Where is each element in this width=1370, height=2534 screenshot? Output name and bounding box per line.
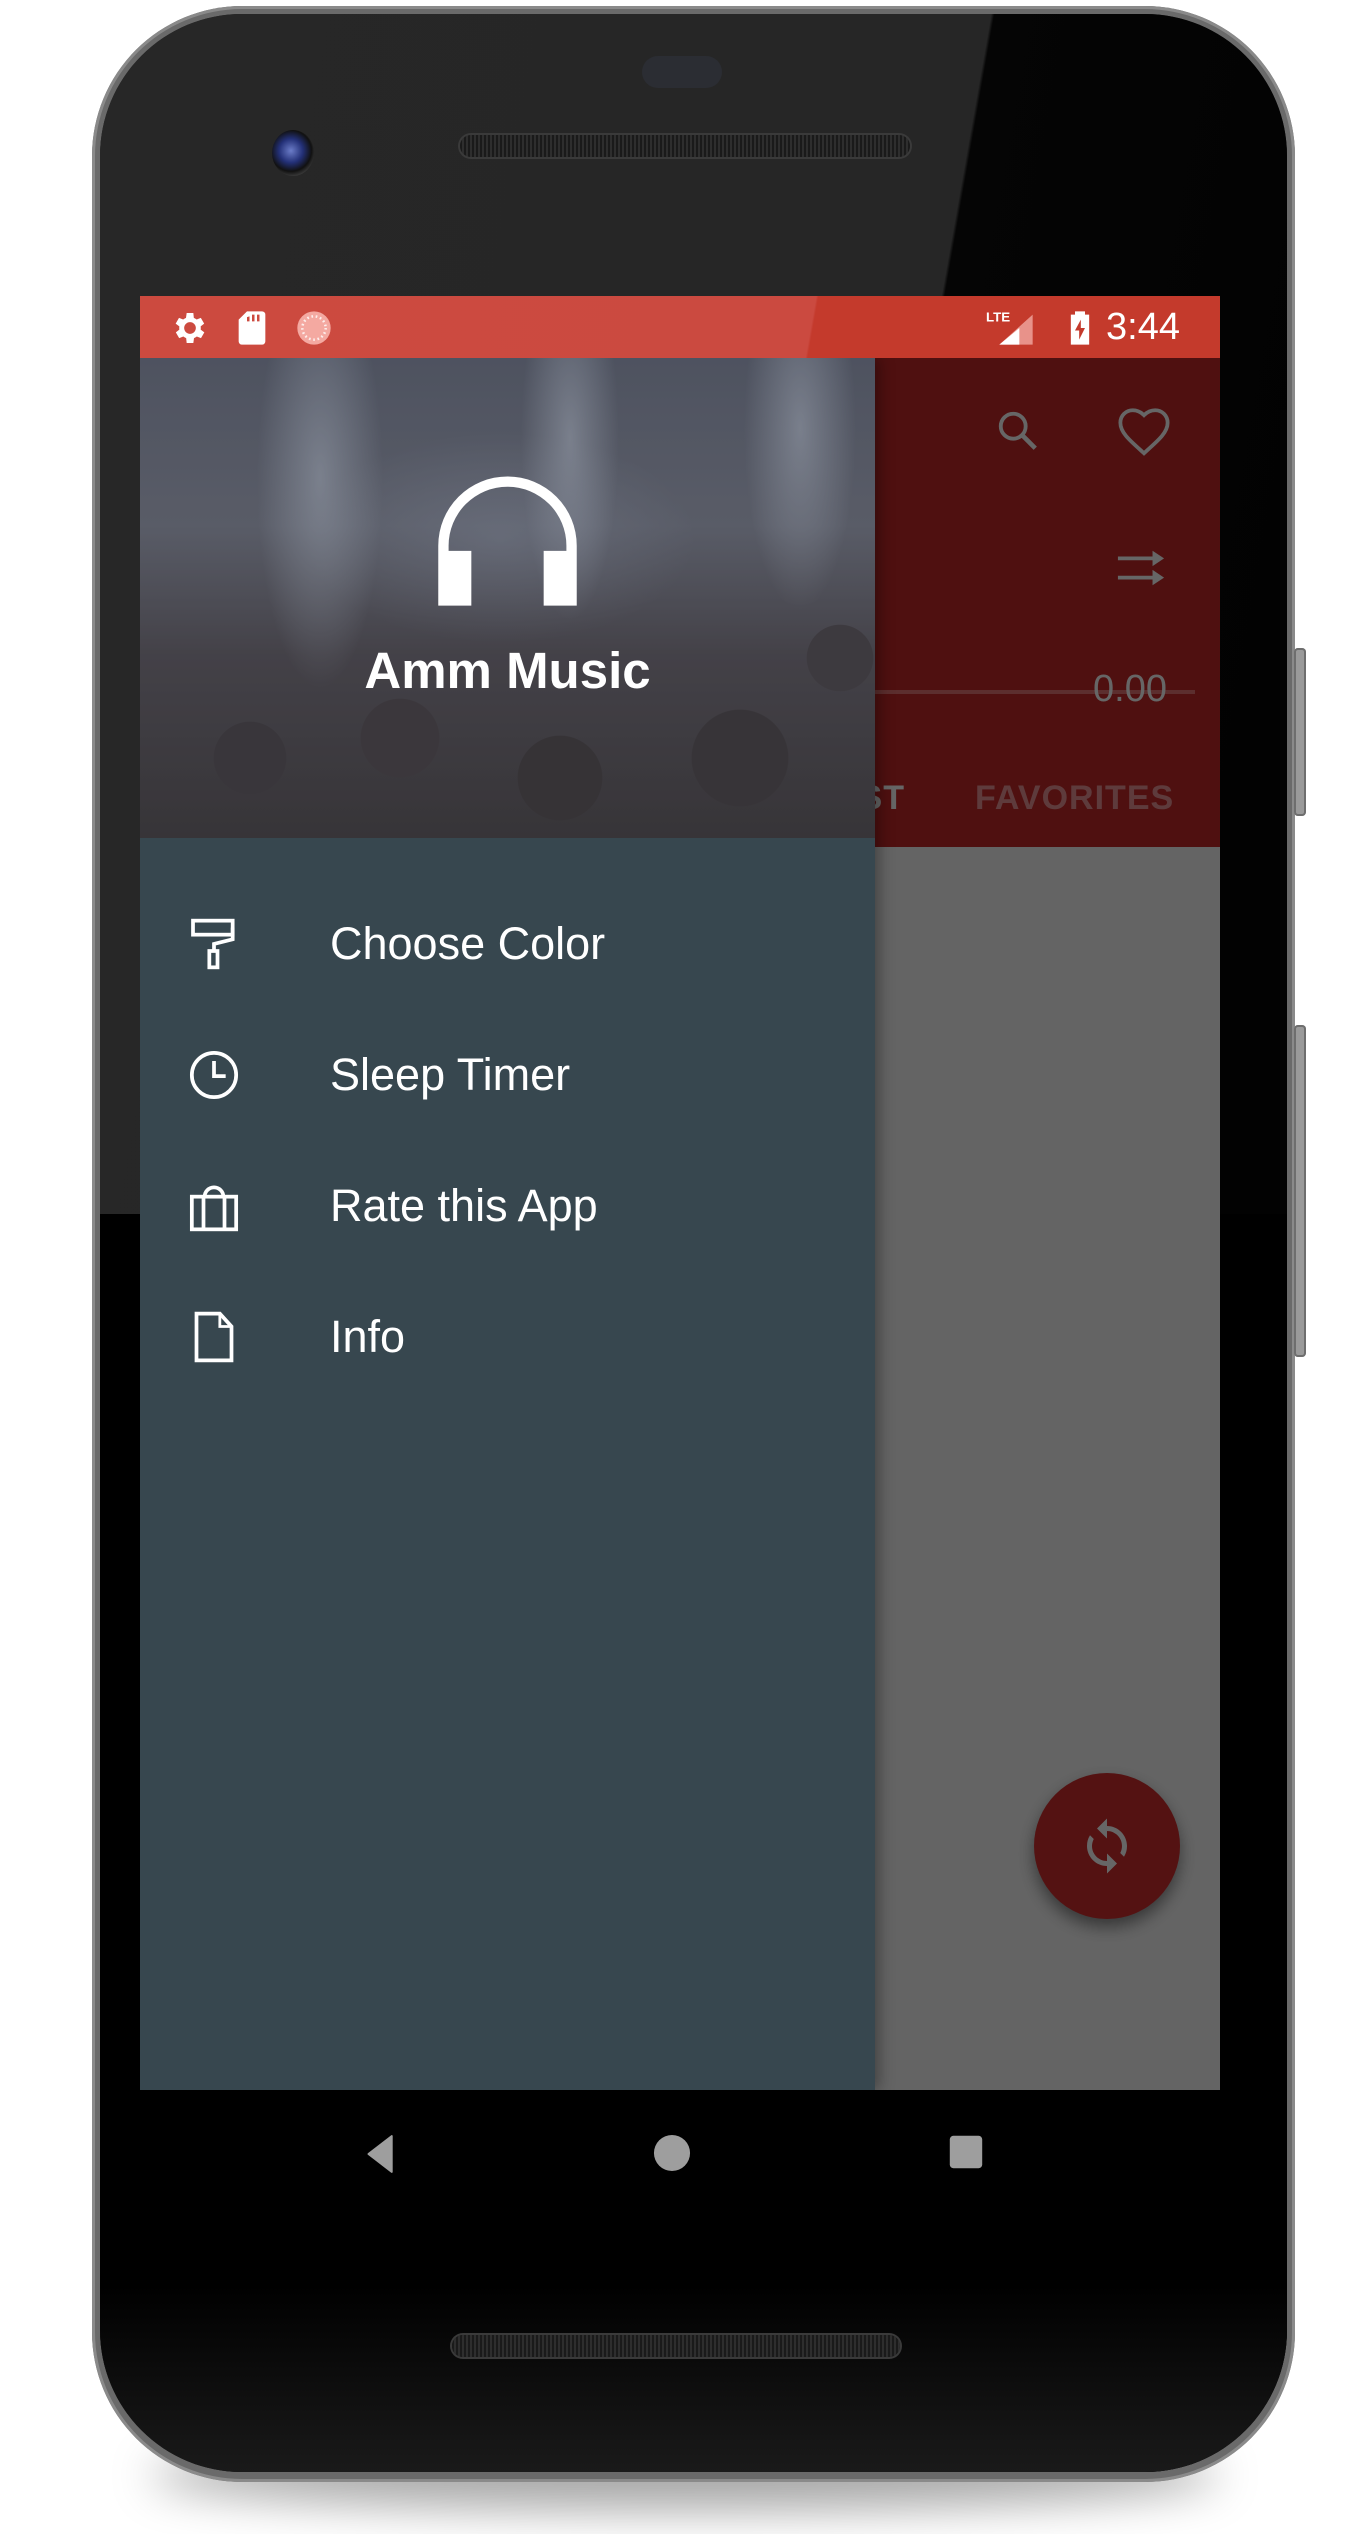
home-button[interactable]: [653, 2134, 691, 2172]
earpiece-speaker: [460, 135, 910, 157]
headphones-icon: [438, 476, 577, 606]
status-bar: LTE 3:44: [140, 296, 1220, 358]
menu-label: Sleep Timer: [330, 1049, 571, 1100]
proximity-sensor: [642, 56, 722, 88]
menu-item-rate-app[interactable]: Rate this App: [140, 1140, 875, 1271]
clock-icon: [189, 1050, 239, 1100]
menu-label: Info: [330, 1311, 406, 1362]
power-button: [1294, 648, 1306, 816]
status-time: 3:44: [1106, 306, 1180, 348]
back-button[interactable]: [363, 2134, 399, 2174]
document-icon: [194, 1311, 234, 1363]
app-name: Amm Music: [364, 642, 651, 699]
drawer-menu: Choose Color Sleep Timer Rate this App I…: [140, 878, 875, 1402]
bottom-speaker: [452, 2335, 900, 2357]
system-nav-bar: [140, 2090, 1220, 2220]
settings-icon: [175, 313, 205, 343]
front-camera: [272, 130, 314, 176]
sd-card-icon: [238, 311, 266, 345]
device-screen: LTE 3:44 0.00 PLAYLIST FAVORITES: [140, 296, 1220, 2090]
drawer-header: Amm Music: [140, 358, 875, 838]
menu-item-choose-color[interactable]: Choose Color: [140, 878, 875, 1009]
menu-label: Choose Color: [330, 918, 606, 969]
paint-roller-icon: [191, 918, 235, 970]
lte-label: LTE: [986, 309, 1010, 324]
battery-charging-icon: [1070, 311, 1090, 345]
recents-button[interactable]: [948, 2134, 984, 2170]
shopping-bag-icon: [189, 1185, 239, 1232]
menu-item-sleep-timer[interactable]: Sleep Timer: [140, 1009, 875, 1140]
volume-rocker: [1294, 1025, 1306, 1357]
menu-item-info[interactable]: Info: [140, 1271, 875, 1402]
lte-signal-icon: LTE: [986, 309, 1033, 345]
sync-progress-icon: [297, 311, 331, 345]
menu-label: Rate this App: [330, 1180, 598, 1231]
navigation-drawer: Amm Music Choose Color Sleep Timer Rate …: [140, 358, 875, 2090]
